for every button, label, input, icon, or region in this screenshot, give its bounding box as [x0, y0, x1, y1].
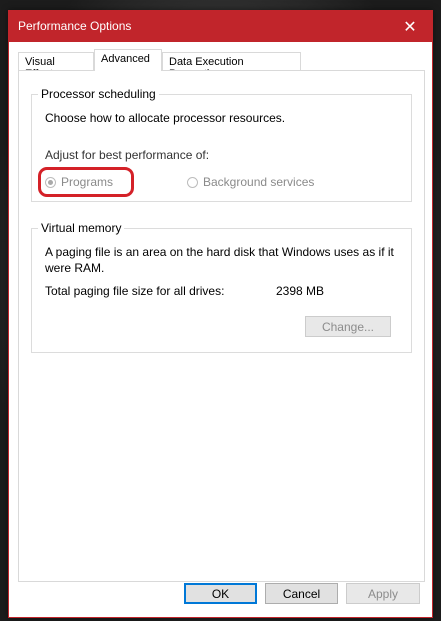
change-button[interactable]: Change... — [305, 316, 391, 337]
radio-background-services[interactable]: Background services — [187, 175, 314, 189]
window-title: Performance Options — [18, 19, 132, 33]
virtual-memory-title: Virtual memory — [38, 221, 125, 235]
tab-advanced[interactable]: Advanced — [94, 49, 162, 71]
processor-description: Choose how to allocate processor resourc… — [45, 111, 286, 125]
processor-scheduling-group: Processor scheduling Choose how to alloc… — [31, 87, 412, 202]
annotation-highlight-box — [38, 167, 134, 197]
total-paging-value: 2398 MB — [276, 284, 325, 298]
radio-background-indicator — [187, 176, 198, 188]
tab-visual-effects[interactable]: Visual Effects — [18, 52, 94, 80]
virtual-memory-group: Virtual memory A paging file is an area … — [31, 221, 412, 353]
cancel-button[interactable]: Cancel — [265, 583, 338, 604]
tab-strip: Visual Effects Advanced Data Execution P… — [18, 49, 424, 80]
virtual-memory-description-line2: were RAM. — [45, 261, 105, 275]
virtual-memory-description-line1: A paging file is an area on the hard dis… — [45, 245, 394, 259]
ok-button[interactable]: OK — [184, 583, 257, 604]
adjust-label: Adjust for best performance of: — [45, 148, 210, 162]
apply-button[interactable]: Apply — [346, 583, 420, 604]
performance-options-dialog: Performance Options ✕ Visual Effects Adv… — [8, 10, 433, 618]
radio-background-label: Background services — [203, 175, 315, 189]
advanced-tab-page: Processor scheduling Choose how to alloc… — [18, 70, 425, 582]
processor-scheduling-title: Processor scheduling — [38, 87, 159, 101]
tab-data-execution-prevention[interactable]: Data Execution Prevention — [162, 52, 301, 80]
total-paging-label: Total paging file size for all drives: — [45, 284, 225, 298]
close-icon[interactable]: ✕ — [388, 11, 432, 42]
title-bar: Performance Options ✕ — [9, 11, 432, 42]
